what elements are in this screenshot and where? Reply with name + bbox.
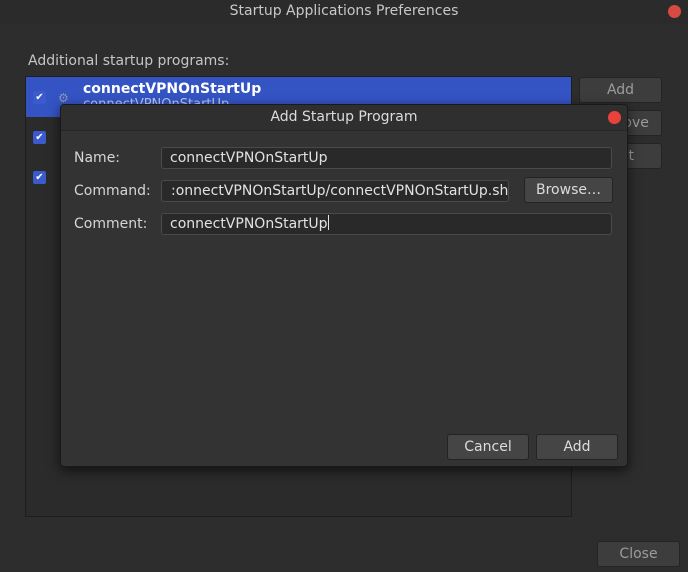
checkbox-enabled[interactable]: ✔	[33, 91, 46, 104]
dialog-title: Add Startup Program	[270, 109, 418, 125]
close-button[interactable]: Close	[597, 541, 680, 567]
text-caret	[327, 215, 329, 230]
name-field[interactable]: connectVPNOnStartUp	[161, 147, 612, 169]
dialog-titlebar[interactable]: Add Startup Program	[61, 105, 627, 131]
main-titlebar[interactable]: Startup Applications Preferences	[0, 0, 688, 24]
program-icon: ⚙	[58, 91, 69, 105]
main-close-icon[interactable]	[668, 5, 681, 18]
comment-field-value: connectVPNOnStartUp	[170, 216, 328, 232]
dialog-close-icon[interactable]	[608, 111, 621, 124]
command-field[interactable]: :onnectVPNOnStartUp/connectVPNOnStartUp.…	[161, 180, 509, 202]
browse-button[interactable]: Browse…	[524, 177, 613, 203]
name-field-value: connectVPNOnStartUp	[170, 150, 328, 166]
program-name: connectVPNOnStartUp	[83, 81, 262, 97]
add-startup-program-dialog: Add Startup Program Name: connectVPNOnSt…	[60, 104, 628, 467]
add-button[interactable]: Add	[579, 77, 662, 103]
checkbox-enabled[interactable]: ✔	[33, 131, 46, 144]
command-label: Command:	[74, 183, 151, 199]
section-label: Additional startup programs:	[28, 53, 230, 69]
checkbox-enabled[interactable]: ✔	[33, 171, 46, 184]
name-label: Name:	[74, 150, 121, 166]
main-window-title: Startup Applications Preferences	[229, 3, 459, 19]
command-field-value: :onnectVPNOnStartUp/connectVPNOnStartUp.…	[171, 183, 509, 199]
cancel-button[interactable]: Cancel	[447, 434, 529, 460]
comment-field[interactable]: connectVPNOnStartUp	[161, 213, 612, 235]
add-confirm-button[interactable]: Add	[536, 434, 618, 460]
comment-label: Comment:	[74, 216, 148, 232]
